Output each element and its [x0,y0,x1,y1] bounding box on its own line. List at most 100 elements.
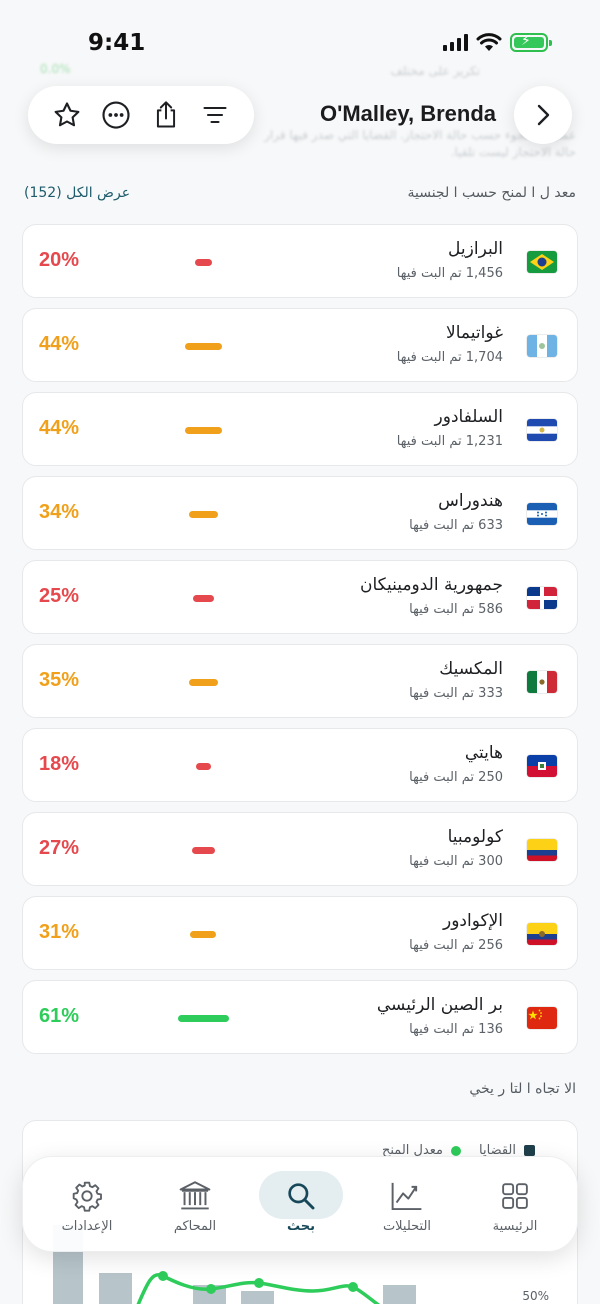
next-button[interactable] [514,86,572,144]
chart-axis-tick: 50% [522,1289,549,1303]
tab-analytics-label: التحليلات [382,1219,432,1234]
tab-search[interactable]: بحث [251,1157,351,1253]
country-row[interactable]: بر الصين الرئيسي 136 تم البت فيها 61% [22,980,578,1054]
country-row[interactable]: غواتيمالا 1,704 تم البت فيها 44% [22,308,578,382]
chart-point [348,1282,358,1292]
decided-count: 633 تم البت فيها [409,518,503,533]
grant-rate-percent: 27% [39,837,80,859]
share-icon[interactable] [149,98,183,132]
decided-count: 136 تم البت فيها [409,1022,503,1037]
grant-rate-percent: 18% [39,753,80,775]
decided-count: 256 تم البت فيها [409,938,503,953]
grant-rate-bar [188,679,218,686]
gear-icon [72,1181,102,1212]
country-row[interactable]: هايتي 250 تم البت فيها 18% [22,728,578,802]
home-grid-icon [502,1183,528,1209]
chart-bar [99,1273,132,1304]
tab-settings-label: الإعدادات [61,1219,113,1234]
honduras-flag-icon [527,503,557,525]
country-name: بر الصين الرئيسي [376,995,503,1015]
chart-point [206,1284,216,1294]
country-name: الإكوادور [442,911,503,931]
decided-count: 300 تم البت فيها [409,854,503,869]
haiti-flag-icon [527,755,557,777]
trend-section-title: الا تجاه ا لتا ر يخي [469,1081,576,1097]
guatemala-flag-icon [527,335,557,357]
filter-icon[interactable] [198,98,232,132]
grant-rate-bar [188,511,218,518]
grant-rate-percent: 34% [39,501,80,523]
decided-count: 1,231 تم البت فيها [396,434,503,449]
decided-count: 586 تم البت فيها [409,602,503,617]
tab-courts-label: المحاكم [173,1219,217,1234]
cellular-signal-icon [443,34,468,51]
country-name: المكسيك [439,659,503,679]
star-icon[interactable] [50,98,84,132]
country-name: هايتي [464,743,503,763]
country-row[interactable]: المكسيك 333 تم البت فيها 35% [22,644,578,718]
grant-rate-bar [192,595,214,602]
country-row[interactable]: البرازيل 1,456 تم البت فيها 20% [22,224,578,298]
country-row[interactable]: الإكوادور 256 تم البت فيها 31% [22,896,578,970]
chart-bar [241,1291,274,1304]
tab-search-label: بحث [286,1219,315,1234]
decided-count: 1,704 تم البت فيها [396,350,503,365]
dominican-republic-flag-icon [527,587,557,609]
grant-rate-percent: 35% [39,669,80,691]
faded-text-1: تكرير على مختلف [390,64,480,78]
more-options-icon[interactable] [99,98,133,132]
country-row[interactable]: هندوراس 633 تم البت فيها 34% [22,476,578,550]
header-actions-pill [28,86,254,144]
faded-text-3: حالة الاحتجاز ليست تلقيا. [450,145,576,159]
country-name: البرازيل [448,239,503,259]
chart-bar [383,1285,416,1304]
decided-count: 333 تم البت فيها [409,686,503,701]
country-row[interactable]: كولومبيا 300 تم البت فيها 27% [22,812,578,886]
analytics-chart-icon [391,1182,422,1211]
tab-home[interactable]: الرئيسية [465,1157,565,1253]
page-title: O'Malley, Brenda [320,101,496,126]
colombia-flag-icon [527,839,557,861]
grant-rate-percent: 31% [39,921,80,943]
grant-rate-bar [194,259,212,266]
grant-rate-percent: 61% [39,1005,80,1027]
decided-count: 250 تم البت فيها [409,770,503,785]
grant-rate-percent: 44% [39,417,80,439]
view-all-link[interactable]: عرض الكل (152) [24,185,130,201]
ecuador-flag-icon [527,923,557,945]
tab-courts[interactable]: المحاكم [145,1157,245,1253]
section-title: معد ل ا لمنح حسب ا لجنسية [407,185,576,201]
country-name: السلفادور [434,407,503,427]
grant-rate-bar [184,427,222,434]
chart-point [254,1278,264,1288]
tab-settings[interactable]: الإعدادات [37,1157,137,1253]
decided-count: 1,456 تم البت فيها [396,266,503,281]
country-row[interactable]: السلفادور 1,231 تم البت فيها 44% [22,392,578,466]
tab-analytics[interactable]: التحليلات [357,1157,457,1253]
country-row[interactable]: جمهورية الدومينيكان 586 تم البت فيها 25% [22,560,578,634]
wifi-icon [476,33,502,51]
chart-point [158,1271,168,1281]
country-name: غواتيمالا [446,323,503,343]
status-icons: ⚡ [443,33,552,52]
grant-rate-bar [190,931,216,938]
grant-rate-bar [177,1015,229,1022]
search-icon [288,1183,315,1210]
grant-rate-bar [184,343,222,350]
chevron-right-icon [537,104,550,126]
grant-rate-percent: 44% [39,333,80,355]
china-flag-icon [527,1007,557,1029]
grant-rate-percent: 25% [39,585,80,607]
el-salvador-flag-icon [527,419,557,441]
country-list: البرازيل 1,456 تم البت فيها 20% غواتيمالا 1,… [22,224,578,1064]
status-bar: 9:41 ⚡ [0,0,600,80]
country-name: كولومبيا [447,827,503,847]
country-name: هندوراس [438,491,503,511]
mexico-flag-icon [527,671,557,693]
grant-rate-bar [191,847,215,854]
tab-home-label: الرئيسية [492,1219,538,1234]
brazil-flag-icon [527,251,557,273]
courthouse-icon [179,1181,211,1210]
battery-charging-icon: ⚡ [510,33,552,52]
country-name: جمهورية الدومينيكان [360,575,503,595]
